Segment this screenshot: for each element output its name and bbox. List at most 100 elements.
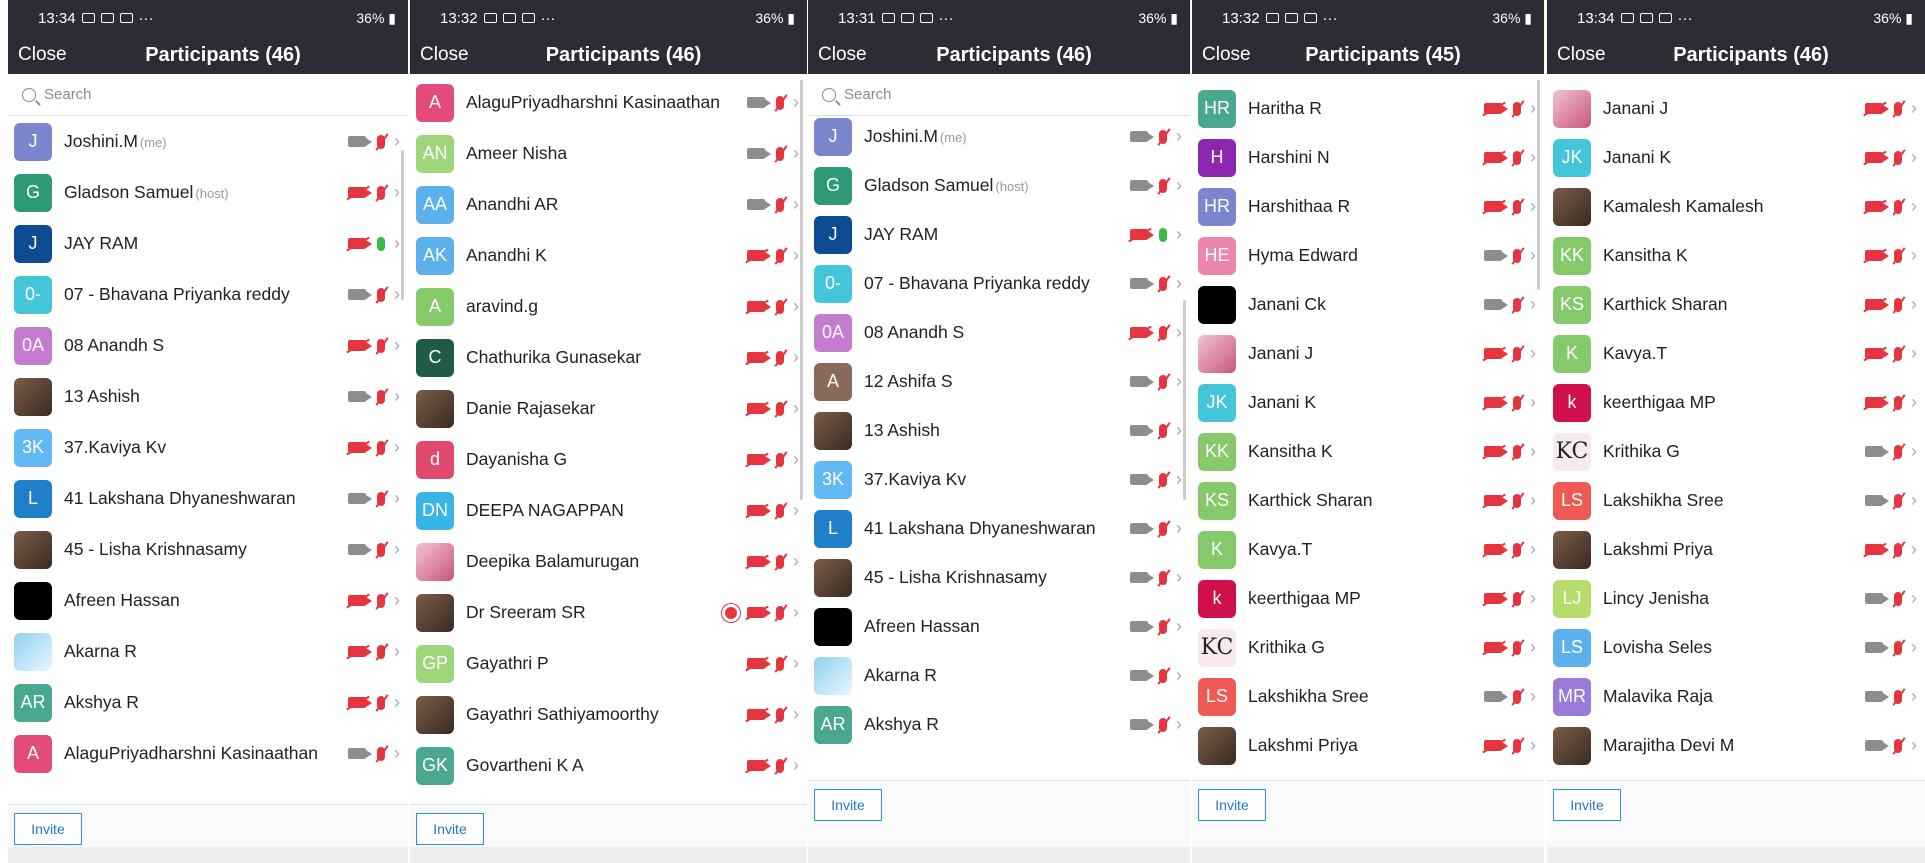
participant-row[interactable]: Janani J ›	[1547, 84, 1925, 133]
participant-row[interactable]: 13 Ashish ›	[8, 371, 408, 422]
chevron-right-icon[interactable]: ›	[793, 296, 799, 317]
chevron-right-icon[interactable]: ›	[1911, 686, 1917, 707]
close-button[interactable]: Close	[1557, 44, 1606, 66]
chevron-right-icon[interactable]: ›	[1176, 175, 1182, 196]
chevron-right-icon[interactable]: ›	[1530, 441, 1536, 462]
participant-row[interactable]: DN DEEPA NAGAPPAN ›	[410, 485, 807, 536]
chevron-right-icon[interactable]: ›	[1911, 294, 1917, 315]
participant-row[interactable]: GP Gayathri P ›	[410, 638, 807, 689]
chevron-right-icon[interactable]: ›	[793, 704, 799, 725]
participant-row[interactable]: AR Akshya R ›	[8, 677, 408, 728]
chevron-right-icon[interactable]: ›	[793, 653, 799, 674]
invite-button[interactable]: Invite	[1553, 789, 1621, 821]
participant-row[interactable]: KC Krithika G ›	[1547, 427, 1925, 476]
participant-row[interactable]: J JAY RAM ›	[8, 218, 408, 269]
participant-row[interactable]: JK Janani K ›	[1192, 378, 1544, 427]
participant-row[interactable]: Kamalesh Kamalesh ›	[1547, 182, 1925, 231]
chevron-right-icon[interactable]: ›	[1176, 273, 1182, 294]
chevron-right-icon[interactable]: ›	[394, 743, 400, 764]
chevron-right-icon[interactable]: ›	[1530, 343, 1536, 364]
chevron-right-icon[interactable]: ›	[1530, 147, 1536, 168]
participant-row[interactable]: K Kavya.T ›	[1192, 525, 1544, 574]
close-button[interactable]: Close	[420, 44, 469, 66]
chevron-right-icon[interactable]: ›	[1530, 539, 1536, 560]
chevron-right-icon[interactable]: ›	[793, 602, 799, 623]
chevron-right-icon[interactable]: ›	[1911, 735, 1917, 756]
chevron-right-icon[interactable]: ›	[394, 641, 400, 662]
chevron-right-icon[interactable]: ›	[793, 449, 799, 470]
participant-row[interactable]: G Gladson Samuel (host) ›	[808, 161, 1190, 210]
participant-row[interactable]: J Joshini.M (me) ›	[8, 116, 408, 167]
participant-row[interactable]: GK Govartheni K A ›	[410, 740, 807, 791]
chevron-right-icon[interactable]: ›	[1530, 294, 1536, 315]
participant-row[interactable]: AK Anandhi K ›	[410, 230, 807, 281]
participant-row[interactable]: C Chathurika Gunasekar ›	[410, 332, 807, 383]
chevron-right-icon[interactable]: ›	[1911, 588, 1917, 609]
chevron-right-icon[interactable]: ›	[1911, 196, 1917, 217]
participant-row[interactable]: AR Akshya R ›	[808, 700, 1190, 749]
participant-row[interactable]: A AlaguPriyadharshni Kasinaathan ›	[410, 77, 807, 128]
participant-row[interactable]: d Dayanisha G ›	[410, 434, 807, 485]
chevron-right-icon[interactable]: ›	[1176, 322, 1182, 343]
participant-row[interactable]: Afreen Hassan ›	[8, 575, 408, 626]
participant-row[interactable]: Danie Rajasekar ›	[410, 383, 807, 434]
invite-button[interactable]: Invite	[416, 813, 484, 845]
participant-row[interactable]: HE Hyma Edward ›	[1192, 231, 1544, 280]
chevron-right-icon[interactable]: ›	[1176, 224, 1182, 245]
participant-row[interactable]: K Kavya.T ›	[1547, 329, 1925, 378]
participant-row[interactable]: 45 - Lisha Krishnasamy ›	[8, 524, 408, 575]
chevron-right-icon[interactable]: ›	[1176, 518, 1182, 539]
participant-row[interactable]: Akarna R ›	[808, 651, 1190, 700]
chevron-right-icon[interactable]: ›	[1530, 686, 1536, 707]
participant-row[interactable]: LS Lovisha Seles ›	[1547, 623, 1925, 672]
participant-row[interactable]: MR Malavika Raja ›	[1547, 672, 1925, 721]
chevron-right-icon[interactable]: ›	[1911, 637, 1917, 658]
chevron-right-icon[interactable]: ›	[793, 398, 799, 419]
participant-row[interactable]: HR Harshithaa R ›	[1192, 182, 1544, 231]
chevron-right-icon[interactable]: ›	[1911, 343, 1917, 364]
participant-row[interactable]: Janani Ck ›	[1192, 280, 1544, 329]
participant-row[interactable]: 3K 37.Kaviya Kv ›	[808, 455, 1190, 504]
participant-row[interactable]: J Joshini.M (me) ›	[808, 112, 1190, 161]
participant-row[interactable]: Janani J ›	[1192, 329, 1544, 378]
participant-row[interactable]: Deepika Balamurugan ›	[410, 536, 807, 587]
chevron-right-icon[interactable]: ›	[394, 437, 400, 458]
chevron-right-icon[interactable]: ›	[1530, 196, 1536, 217]
participant-row[interactable]: 3K 37.Kaviya Kv ›	[8, 422, 408, 473]
invite-button[interactable]: Invite	[14, 813, 82, 845]
chevron-right-icon[interactable]: ›	[793, 500, 799, 521]
participant-row[interactable]: 0- 07 - Bhavana Priyanka reddy ›	[808, 259, 1190, 308]
participant-row[interactable]: A AlaguPriyadharshni Kasinaathan ›	[8, 728, 408, 779]
participant-row[interactable]: Akarna R ›	[8, 626, 408, 677]
participant-row[interactable]: KK Kansitha K ›	[1192, 427, 1544, 476]
participant-row[interactable]: KK Kansitha K ›	[1547, 231, 1925, 280]
participant-row[interactable]: LJ Lincy Jenisha ›	[1547, 574, 1925, 623]
chevron-right-icon[interactable]: ›	[1176, 420, 1182, 441]
chevron-right-icon[interactable]: ›	[1176, 126, 1182, 147]
chevron-right-icon[interactable]: ›	[1530, 490, 1536, 511]
chevron-right-icon[interactable]: ›	[394, 182, 400, 203]
participant-row[interactable]: 0A 08 Anandh S ›	[808, 308, 1190, 357]
close-button[interactable]: Close	[818, 44, 867, 66]
chevron-right-icon[interactable]: ›	[394, 233, 400, 254]
participant-row[interactable]: Gayathri Sathiyamoorthy ›	[410, 689, 807, 740]
chevron-right-icon[interactable]: ›	[394, 284, 400, 305]
participant-row[interactable]: H Harshini N ›	[1192, 133, 1544, 182]
participant-row[interactable]: KC Krithika G ›	[1192, 623, 1544, 672]
chevron-right-icon[interactable]: ›	[1530, 245, 1536, 266]
participant-row[interactable]: AN Ameer Nisha ›	[410, 128, 807, 179]
chevron-right-icon[interactable]: ›	[793, 245, 799, 266]
chevron-right-icon[interactable]: ›	[1530, 392, 1536, 413]
chevron-right-icon[interactable]: ›	[1176, 714, 1182, 735]
participant-row[interactable]: J JAY RAM ›	[808, 210, 1190, 259]
participant-row[interactable]: G Gladson Samuel (host) ›	[8, 167, 408, 218]
participant-row[interactable]: HR Haritha R ›	[1192, 84, 1544, 133]
chevron-right-icon[interactable]: ›	[793, 551, 799, 572]
chevron-right-icon[interactable]: ›	[1176, 665, 1182, 686]
chevron-right-icon[interactable]: ›	[394, 131, 400, 152]
chevron-right-icon[interactable]: ›	[1176, 616, 1182, 637]
participant-row[interactable]: KS Karthick Sharan ›	[1192, 476, 1544, 525]
chevron-right-icon[interactable]: ›	[394, 386, 400, 407]
chevron-right-icon[interactable]: ›	[1530, 588, 1536, 609]
participant-row[interactable]: L 41 Lakshana Dhyaneshwaran ›	[8, 473, 408, 524]
